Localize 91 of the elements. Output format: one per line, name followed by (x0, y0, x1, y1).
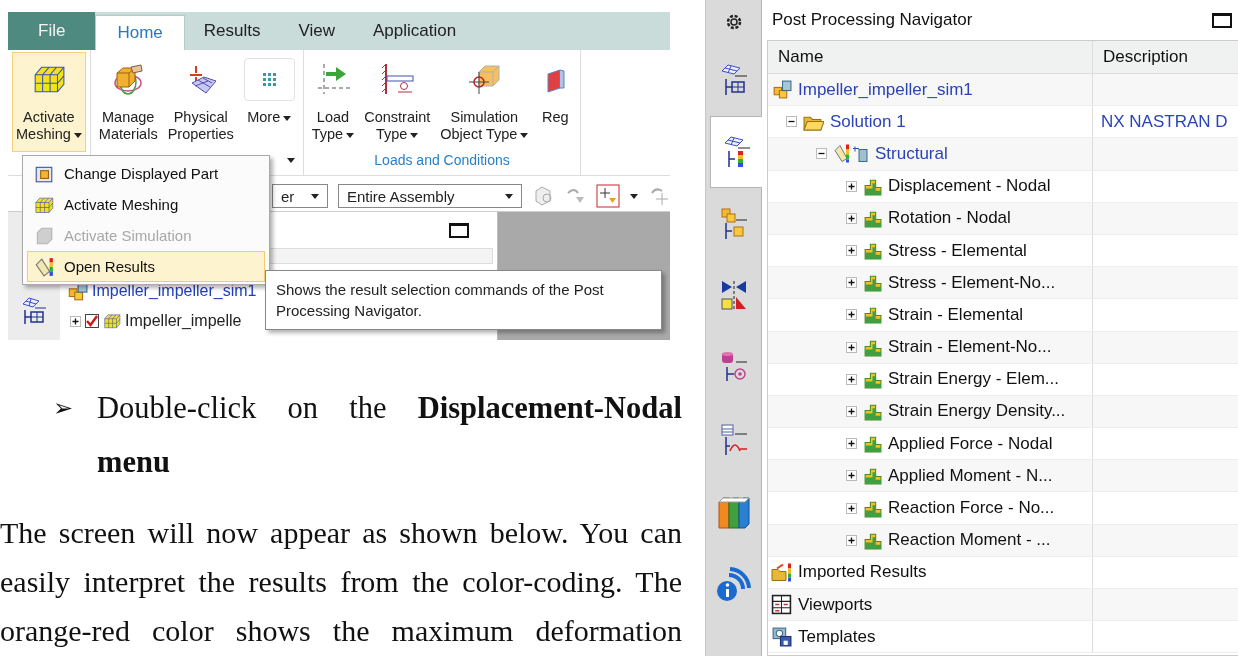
dropdown-field[interactable]: Entire Assembly (338, 184, 522, 208)
tree-item[interactable]: Viewports (798, 594, 873, 615)
expand-icon[interactable] (846, 470, 857, 482)
description-text: NX NASTRAN D (1101, 111, 1228, 132)
expand-icon[interactable] (846, 212, 857, 224)
caret-icon (505, 193, 513, 199)
expand-icon[interactable] (846, 405, 857, 417)
arrow-icon (315, 62, 350, 96)
grid-dots-icon (243, 57, 295, 101)
ribbon-button[interactable]: More (239, 52, 299, 152)
mesh-tree-icon[interactable] (719, 63, 748, 97)
expand-icon[interactable] (70, 315, 81, 327)
templates-icon (771, 626, 792, 648)
mesh-block-icon (34, 194, 54, 215)
body-paragraph: The screen will now appear as shown below. You can easily interpret the results from the color-coding. The orange-red color shows the maximum deformation (0, 515, 682, 649)
column-header[interactable]: Description (1093, 41, 1238, 73)
expand-icon[interactable] (846, 309, 857, 321)
ribbon-button[interactable]: Activate Meshing (12, 52, 86, 152)
tree-item[interactable]: Applied Force - Nodal (888, 433, 1053, 454)
expand-icon[interactable] (846, 277, 857, 289)
tree-item[interactable]: Displacement - Nodal (888, 176, 1051, 197)
maximize-icon[interactable] (1212, 12, 1232, 28)
mesh-block-icon (103, 312, 121, 330)
tree-item[interactable]: Imported Results (798, 562, 927, 583)
tree-item[interactable]: Templates (798, 626, 876, 647)
tree-item[interactable]: Strain Energy - Elem... (888, 369, 1059, 390)
expand-icon[interactable] (846, 180, 857, 192)
chart-tree-icon[interactable] (719, 423, 748, 457)
ribbon-button[interactable]: Simulation Object Type (436, 52, 533, 152)
ribbon-tab[interactable]: Application (354, 12, 476, 50)
results-tree-icon[interactable] (722, 135, 751, 169)
viewports-grid-icon (771, 594, 792, 616)
expand-icon[interactable] (846, 438, 857, 450)
crosshair-filter-icon[interactable] (596, 184, 620, 208)
caret-icon (311, 193, 319, 199)
folder-results-icon (771, 561, 792, 583)
panel-title: Post Processing Navigator (772, 10, 973, 30)
result-chart-icon (863, 305, 882, 325)
expand-icon[interactable] (846, 502, 857, 514)
ribbon-tab[interactable]: View (279, 12, 354, 50)
tree-item[interactable]: Solution 1 (830, 111, 906, 132)
beam-support-icon (380, 62, 415, 96)
ribbon-button[interactable]: Manage Materials (94, 52, 162, 152)
column-header[interactable]: Name (768, 41, 1093, 73)
collapse-icon[interactable] (816, 148, 827, 160)
ribbon-tab[interactable]: Results (184, 12, 280, 50)
ribbon-button[interactable]: Physical Properties (163, 52, 238, 152)
checkbox[interactable] (85, 314, 99, 328)
menu-item[interactable]: Activate Meshing (27, 189, 265, 220)
group-launcher-icon[interactable] (286, 158, 295, 163)
ribbon-tab[interactable]: Home (95, 15, 185, 50)
result-chart-icon (863, 241, 882, 261)
result-chart-icon (863, 466, 882, 486)
caret-icon (630, 193, 638, 199)
dropdown-field[interactable]: er (272, 184, 328, 208)
ribbon-button[interactable]: Reg (534, 52, 577, 152)
results-set-icon (833, 143, 869, 165)
bullet-marker: ➢ (52, 394, 74, 423)
maximize-icon[interactable] (449, 222, 469, 238)
ribbon-button[interactable]: Load Type (307, 52, 359, 152)
ribbon-tab[interactable]: File (8, 12, 96, 50)
instruction-text: Double-click on the Displacement-Nodal menu (97, 390, 682, 481)
tree-item[interactable]: Impeller_impelle (125, 312, 242, 330)
expand-icon[interactable] (846, 245, 857, 257)
cube-crosshair-icon (467, 62, 502, 96)
collapse-icon[interactable] (786, 116, 797, 128)
menu-item[interactable]: Open Results (27, 251, 265, 282)
result-chart-icon (863, 273, 882, 293)
ribbon-button[interactable]: Constraint Type (360, 52, 435, 152)
mesh-tree-icon[interactable] (21, 296, 47, 326)
results-ruler-icon (34, 256, 54, 277)
cubes-sheet-icon (771, 79, 792, 101)
info-icon[interactable] (714, 565, 753, 603)
tree-item[interactable]: Impeller_impeller_sim1 (92, 282, 257, 300)
tree-item[interactable]: Stress - Elemental (888, 240, 1027, 261)
group-label: Loads and Conditions (374, 152, 510, 168)
expand-icon[interactable] (846, 534, 857, 546)
books-icon[interactable] (716, 494, 751, 530)
mirror-icon[interactable] (719, 279, 748, 313)
tree-item[interactable]: Structural (875, 143, 948, 164)
cube-rings-icon (111, 62, 146, 96)
tooltip: Shows the result selection commands of the Post Processing Navigator. (265, 270, 662, 330)
expand-icon[interactable] (846, 341, 857, 353)
menu-item[interactable]: Change Displayed Part (27, 158, 265, 189)
cube-icon (34, 225, 54, 246)
tree-item[interactable]: Strain - Elemental (888, 304, 1024, 325)
tree-item[interactable]: Rotation - Nodal (888, 208, 1011, 229)
result-chart-icon (863, 434, 882, 454)
cubes-tree-icon[interactable] (719, 207, 748, 241)
expand-icon[interactable] (846, 373, 857, 385)
tree-item[interactable]: Reaction Force - No... (888, 498, 1055, 519)
